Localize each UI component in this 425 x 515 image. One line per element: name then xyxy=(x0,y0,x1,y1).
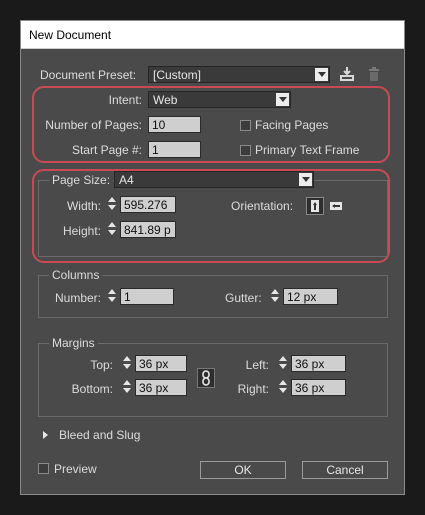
height-value: 841.89 p xyxy=(124,223,171,237)
number-of-pages-field[interactable]: 10 xyxy=(148,116,201,133)
orientation-label: Orientation: xyxy=(231,199,294,213)
preview-checkbox[interactable] xyxy=(38,463,49,474)
height-stepper[interactable] xyxy=(107,221,117,238)
width-value: 595.276 xyxy=(124,198,168,212)
width-field[interactable]: 595.276 xyxy=(120,196,176,213)
intent-value: Web xyxy=(153,93,178,107)
start-page-field[interactable]: 1 xyxy=(148,141,201,158)
intent-label: Intent: xyxy=(108,93,142,107)
margin-top-field[interactable]: 36 px xyxy=(135,355,187,372)
portrait-icon[interactable] xyxy=(306,197,324,215)
cancel-button[interactable]: Cancel xyxy=(302,461,388,479)
chevron-down-icon xyxy=(276,93,289,106)
start-page-value: 1 xyxy=(152,143,159,157)
margin-left-label: Left: xyxy=(245,358,269,372)
gutter-value: 12 px xyxy=(287,290,317,304)
margin-left-stepper[interactable] xyxy=(278,355,288,372)
disclosure-triangle-icon[interactable] xyxy=(43,431,48,439)
primary-text-frame-label: Primary Text Frame xyxy=(255,143,360,157)
margin-bottom-label: Bottom: xyxy=(71,382,113,396)
margin-top-value: 36 px xyxy=(139,357,169,371)
margin-right-label: Right: xyxy=(237,382,269,396)
title-bar[interactable]: New Document xyxy=(21,21,404,49)
trash-icon[interactable] xyxy=(366,66,382,82)
document-preset-dropdown[interactable]: [Custom] xyxy=(148,66,330,83)
margin-bottom-stepper[interactable] xyxy=(122,379,132,396)
width-stepper[interactable] xyxy=(107,196,117,213)
number-of-pages-value: 10 xyxy=(152,118,166,132)
margin-right-stepper[interactable] xyxy=(278,379,288,396)
margin-right-value: 36 px xyxy=(295,381,325,395)
chevron-down-icon xyxy=(299,173,312,186)
save-preset-icon[interactable] xyxy=(339,66,355,82)
margin-bottom-field[interactable]: 36 px xyxy=(135,379,187,396)
page-size-dropdown[interactable]: A4 xyxy=(114,171,314,188)
height-label: Height: xyxy=(62,224,101,238)
margin-left-value: 36 px xyxy=(295,357,325,371)
width-label: Width: xyxy=(66,199,101,213)
height-field[interactable]: 841.89 p xyxy=(120,221,176,238)
chain-link-icon[interactable] xyxy=(197,368,215,388)
start-page-label: Start Page #: xyxy=(71,143,142,157)
page-size-label: Page Size: xyxy=(49,173,114,187)
gutter-label: Gutter: xyxy=(225,291,262,305)
new-document-dialog: New Document Document Preset: [Custom] I… xyxy=(20,20,405,495)
ok-button[interactable]: OK xyxy=(200,461,286,479)
primary-text-frame-checkbox[interactable] xyxy=(240,145,251,156)
margin-bottom-value: 36 px xyxy=(139,381,169,395)
gutter-field[interactable]: 12 px xyxy=(283,288,338,305)
page-size-value: A4 xyxy=(119,173,134,187)
facing-pages-checkbox[interactable] xyxy=(240,120,251,131)
bleed-and-slug-toggle[interactable]: Bleed and Slug xyxy=(59,428,140,442)
margin-left-field[interactable]: 36 px xyxy=(291,355,346,372)
columns-number-value: 1 xyxy=(124,290,131,304)
columns-number-label: Number: xyxy=(54,291,101,305)
margin-right-field[interactable]: 36 px xyxy=(291,379,346,396)
window-title: New Document xyxy=(29,28,112,42)
chevron-down-icon xyxy=(315,68,328,81)
gutter-stepper[interactable] xyxy=(270,288,280,305)
columns-title: Columns xyxy=(49,268,103,282)
columns-number-stepper[interactable] xyxy=(107,288,117,305)
document-preset-value: [Custom] xyxy=(153,68,202,82)
document-preset-label: Document Preset: xyxy=(40,68,137,82)
facing-pages-label: Facing Pages xyxy=(255,118,329,132)
margins-title: Margins xyxy=(49,336,98,350)
margin-top-stepper[interactable] xyxy=(122,355,132,372)
number-of-pages-label: Number of Pages: xyxy=(45,118,142,132)
columns-number-field[interactable]: 1 xyxy=(120,288,174,305)
page-size-group xyxy=(38,180,388,257)
preview-label: Preview xyxy=(54,462,97,476)
margin-top-label: Top: xyxy=(90,358,113,372)
landscape-icon[interactable] xyxy=(328,198,344,214)
intent-dropdown[interactable]: Web xyxy=(148,91,291,108)
